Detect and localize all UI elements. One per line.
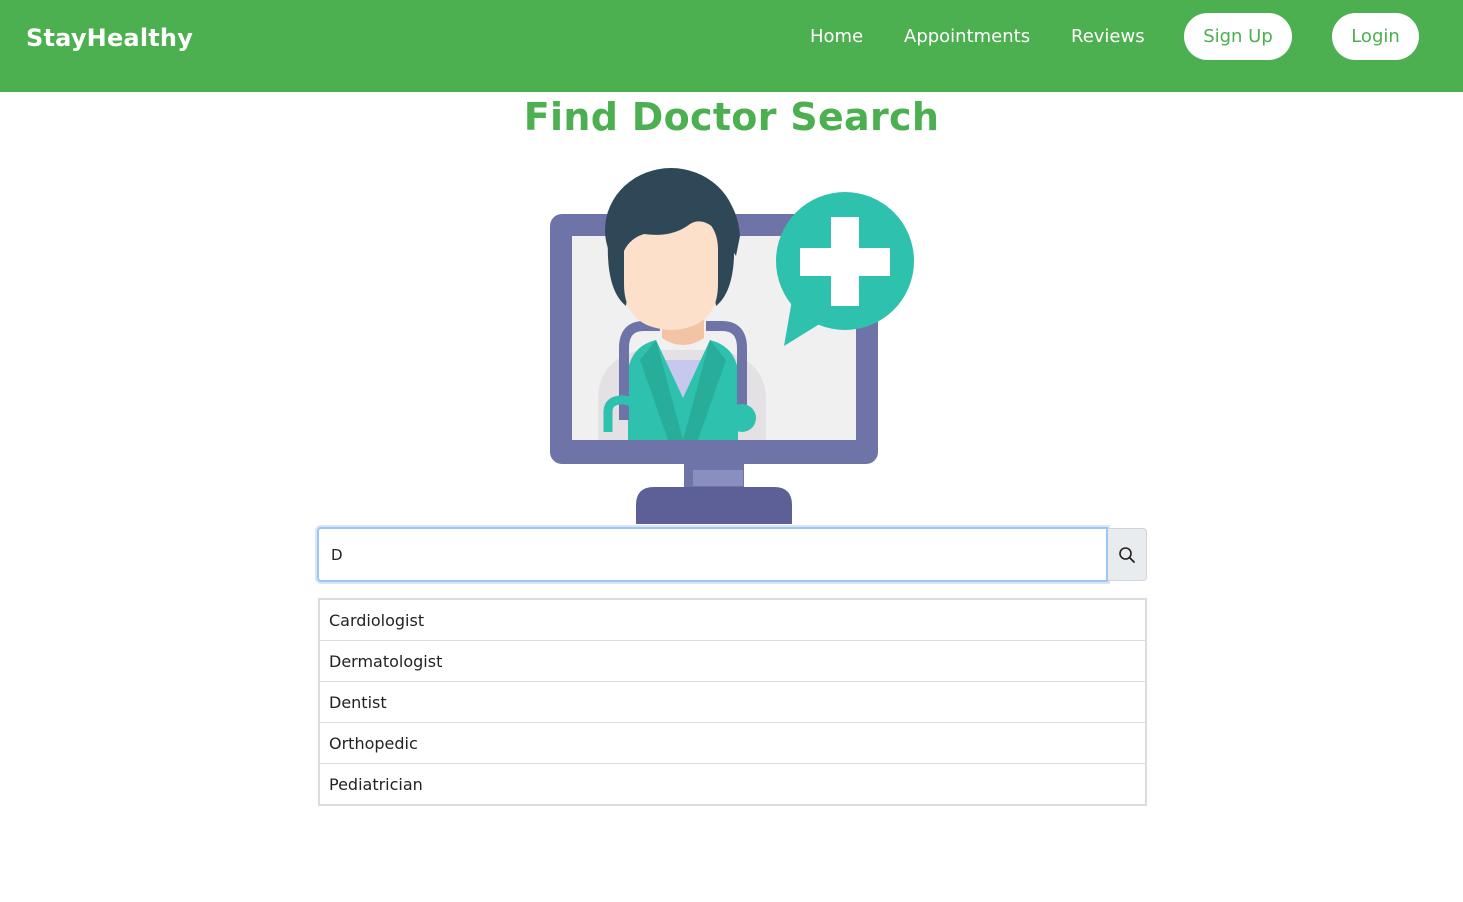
suggestion-item-dentist[interactable]: Dentist	[320, 682, 1145, 723]
navbar: StayHealthy Home Appointments Reviews Si…	[0, 0, 1463, 92]
page-title: Find Doctor Search	[523, 95, 940, 139]
suggestion-item-pediatrician[interactable]: Pediatrician	[320, 764, 1145, 804]
suggestion-list: Cardiologist Dermatologist Dentist Ortho…	[318, 598, 1147, 806]
login-button[interactable]: Login	[1332, 13, 1419, 60]
nav-link-home[interactable]: Home	[810, 26, 863, 47]
nav-link-reviews[interactable]: Reviews	[1071, 26, 1145, 47]
search-icon	[1119, 546, 1135, 563]
search-bar	[317, 527, 1147, 582]
sign-up-button[interactable]: Sign Up	[1184, 13, 1292, 60]
search-button[interactable]	[1108, 528, 1147, 581]
suggestion-item-dermatologist[interactable]: Dermatologist	[320, 641, 1145, 682]
doctor-illustration	[550, 168, 914, 524]
search-input[interactable]	[317, 527, 1108, 582]
suggestion-item-orthopedic[interactable]: Orthopedic	[320, 723, 1145, 764]
nav-link-appointments[interactable]: Appointments	[904, 26, 1030, 47]
brand-logo[interactable]: StayHealthy	[26, 24, 193, 52]
suggestion-item-cardiologist[interactable]: Cardiologist	[320, 600, 1145, 641]
